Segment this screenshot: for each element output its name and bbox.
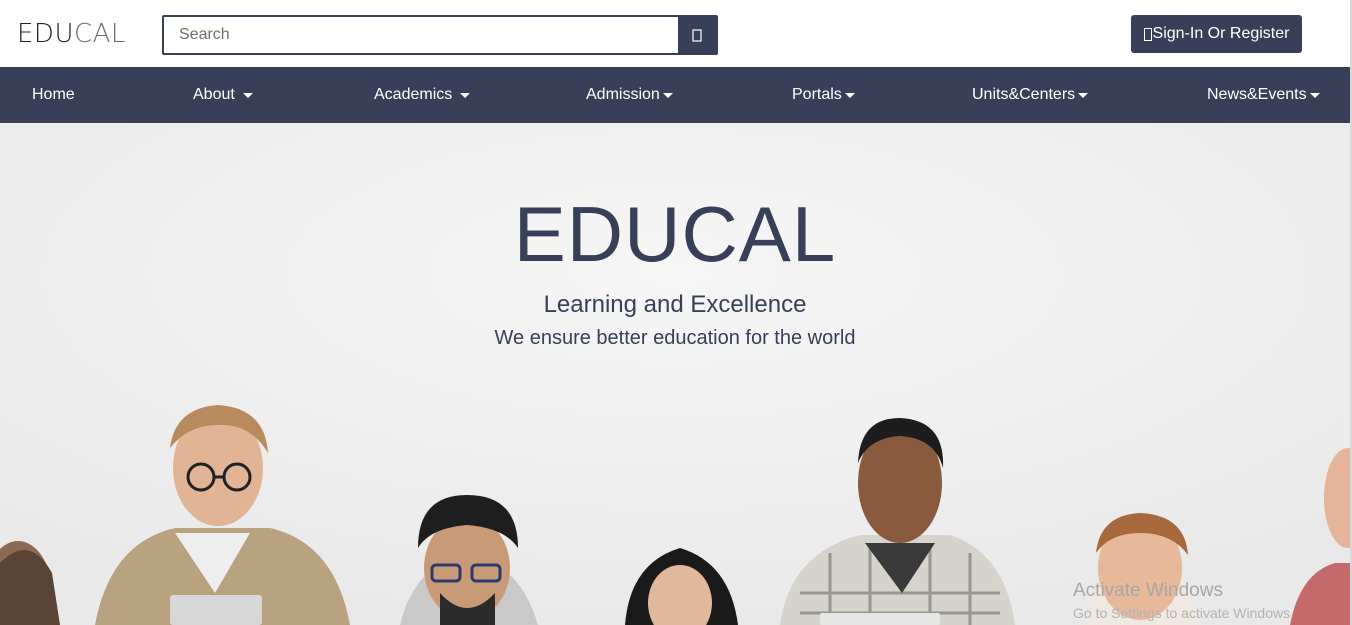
hero-banner: EDUCAL Learning and Excellence We ensure…: [0, 123, 1350, 625]
nav-item-about[interactable]: About: [193, 67, 253, 123]
activate-windows-subtitle: Go to Settings to activate Windows.: [1073, 605, 1294, 621]
search-button[interactable]: [678, 17, 716, 53]
nav-label: Academics: [374, 86, 453, 103]
logo-part-1: EDU: [17, 19, 74, 49]
chevron-down-icon: [460, 92, 471, 98]
search-icon: [692, 28, 702, 42]
nav-item-admission[interactable]: Admission: [586, 67, 673, 123]
hero-subtitle: Learning and Excellence: [543, 291, 807, 318]
hero-tagline: We ensure better education for the world: [494, 327, 856, 349]
nav-item-units-centers[interactable]: Units&Centers: [972, 67, 1089, 123]
top-header: EDUCAL Sign-In Or Register: [0, 0, 1352, 67]
chevron-down-icon: [242, 92, 253, 98]
activate-windows-title: Activate Windows: [1073, 580, 1223, 601]
nav-item-portals[interactable]: Portals: [792, 67, 855, 123]
chevron-down-icon: [1078, 92, 1089, 98]
nav-label: Admission: [586, 86, 660, 103]
logo-part-2: CAL: [73, 19, 126, 49]
chevron-down-icon: [844, 92, 855, 98]
search-input[interactable]: [164, 17, 678, 53]
chevron-down-icon: [1309, 92, 1320, 98]
nav-label: Portals: [792, 86, 842, 103]
sign-in-register-button[interactable]: Sign-In Or Register: [1131, 15, 1302, 53]
hero-title: EDUCAL: [513, 190, 837, 278]
nav-label: About: [193, 86, 235, 103]
search-bar: [162, 15, 718, 55]
sign-in-label: Sign-In Or Register: [1152, 25, 1290, 42]
nav-label: Home: [32, 86, 75, 103]
nav-item-news-events[interactable]: News&Events: [1207, 67, 1320, 123]
main-nav: Home About Academics Admission Portals U…: [0, 67, 1350, 123]
nav-label: News&Events: [1207, 86, 1307, 103]
nav-item-home[interactable]: Home: [32, 67, 75, 123]
chevron-down-icon: [662, 92, 673, 98]
user-icon: [1143, 27, 1152, 41]
nav-label: Units&Centers: [972, 86, 1076, 103]
site-logo[interactable]: EDUCAL: [17, 19, 126, 49]
nav-item-academics[interactable]: Academics: [374, 67, 471, 123]
